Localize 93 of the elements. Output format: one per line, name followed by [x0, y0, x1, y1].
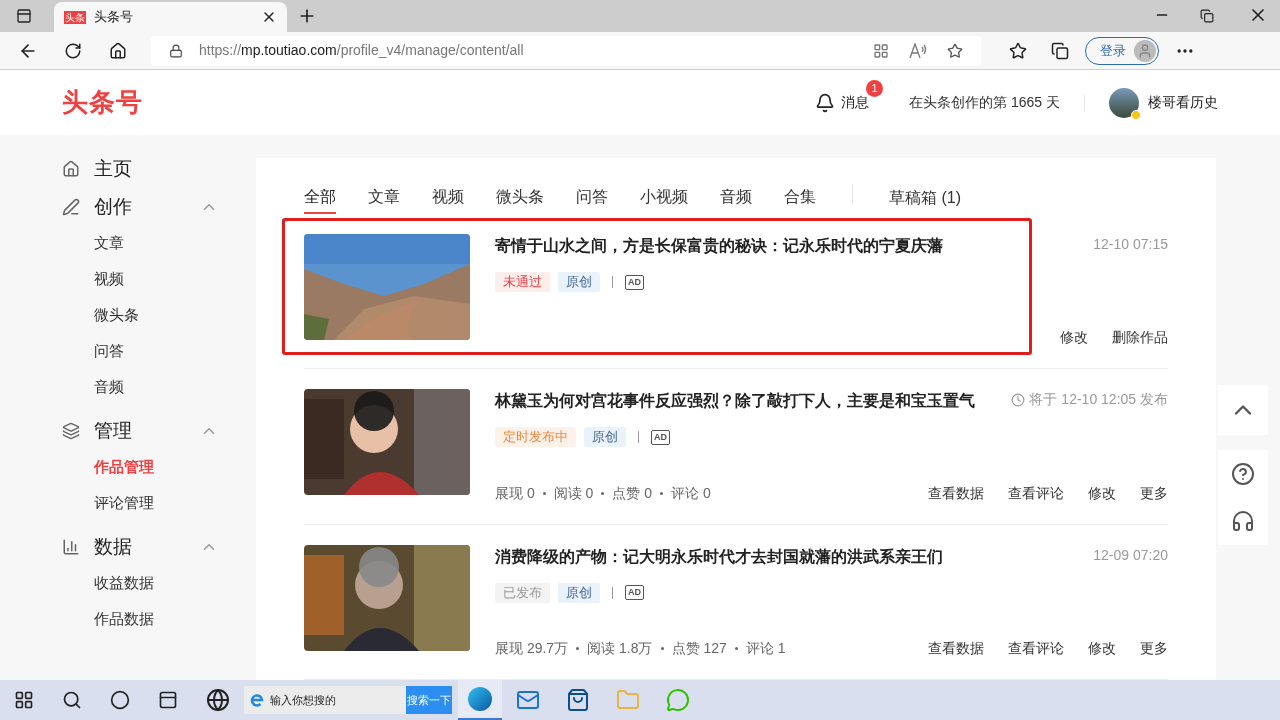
- browser-tab[interactable]: 头条 头条号: [54, 2, 287, 32]
- content-tab[interactable]: 小视频: [640, 182, 688, 214]
- favicon: 头条: [64, 10, 86, 24]
- stat-text: 展现 0: [495, 483, 535, 503]
- tab-actions-icon[interactable]: [16, 8, 32, 24]
- store-icon[interactable]: [566, 688, 590, 712]
- sidebar-item[interactable]: 问答: [94, 333, 256, 369]
- content-tab[interactable]: 全部: [304, 182, 336, 214]
- bell-icon[interactable]: [815, 92, 836, 113]
- sidebar-group[interactable]: 创作: [62, 195, 218, 219]
- publish-time: 12-10 07:15: [1093, 235, 1168, 254]
- sidebar-icon: [62, 160, 80, 178]
- search-icon[interactable]: [62, 690, 82, 710]
- ad-badge: AD: [651, 429, 670, 445]
- message-count-badge: 1: [866, 80, 884, 97]
- sidebar-icon: [62, 538, 80, 556]
- back-to-top-button[interactable]: [1218, 385, 1268, 435]
- cortana-icon[interactable]: [110, 690, 130, 710]
- home-icon[interactable]: [109, 41, 127, 60]
- avatar-icon: [1134, 39, 1156, 62]
- collections-icon[interactable]: [1051, 41, 1069, 60]
- taskbar-search-field[interactable]: 输入你想搜的: [244, 686, 406, 714]
- sidebar-icon: [62, 198, 80, 216]
- sidebar-item[interactable]: 微头条: [94, 297, 256, 333]
- article-title[interactable]: 林黛玉为何对宫花事件反应强烈？除了敲打下人，主要是和宝玉置气: [495, 389, 975, 414]
- browser-logo-icon: [248, 691, 266, 709]
- user-name[interactable]: 楼哥看历史: [1148, 92, 1218, 113]
- start-icon[interactable]: [14, 690, 34, 710]
- user-avatar[interactable]: [1109, 87, 1139, 118]
- action-link[interactable]: 查看数据: [928, 638, 984, 659]
- logo[interactable]: 头条号: [62, 83, 143, 122]
- edge-app-icon[interactable]: [458, 680, 502, 720]
- read-aloud-icon[interactable]: [909, 42, 927, 59]
- sidebar-item[interactable]: 作品数据: [94, 601, 256, 637]
- stat-text: 展现 29.7万: [495, 639, 569, 658]
- content-tab[interactable]: 问答: [576, 182, 608, 214]
- task-view-icon[interactable]: [158, 690, 178, 710]
- content-tab[interactable]: 视频: [432, 182, 464, 214]
- sidebar-group[interactable]: 管理: [62, 419, 218, 443]
- status-tag: 未通过: [495, 272, 550, 292]
- creation-days: 在头条创作的第 1665 天: [909, 92, 1060, 113]
- content-tab[interactable]: 音频: [720, 182, 752, 214]
- sidebar-item[interactable]: 文章: [94, 225, 256, 261]
- action-link[interactable]: 查看数据: [928, 482, 984, 504]
- headset-icon[interactable]: [1231, 509, 1255, 534]
- action-link[interactable]: 删除作品: [1112, 327, 1168, 349]
- status-tag: 定时发布中: [495, 427, 576, 448]
- stat-text: 评论 1: [745, 639, 786, 658]
- article-title[interactable]: 消费降级的产物：记大明永乐时代才去封国就藩的洪武系亲王们: [495, 544, 943, 569]
- sidebar-item[interactable]: 收益数据: [94, 565, 256, 601]
- content-tab[interactable]: 微头条: [496, 182, 544, 214]
- original-tag: 原创: [558, 272, 600, 292]
- action-link[interactable]: 修改: [1088, 638, 1116, 659]
- content-tab[interactable]: 文章: [368, 182, 400, 214]
- favorites-icon[interactable]: [1009, 41, 1027, 60]
- apps-icon[interactable]: [873, 42, 889, 59]
- sidebar-group[interactable]: 主页: [62, 157, 218, 181]
- status-tag: 已发布: [495, 582, 550, 603]
- content-tab[interactable]: 合集: [784, 182, 816, 214]
- address-field[interactable]: https://mp.toutiao.com/profile_v4/manage/content/all: [151, 35, 981, 66]
- add-favorite-icon[interactable]: [947, 42, 963, 59]
- stat-text: 评论 0: [671, 483, 711, 503]
- lock-icon: [169, 43, 183, 58]
- publish-time: 12-09 07:20: [1093, 545, 1168, 565]
- action-link[interactable]: 查看评论: [1008, 638, 1064, 659]
- action-link[interactable]: 修改: [1088, 482, 1116, 504]
- restore-icon[interactable]: [1200, 9, 1214, 23]
- ad-badge: AD: [625, 585, 644, 601]
- action-link[interactable]: 更多: [1140, 638, 1168, 659]
- sidebar-item[interactable]: 作品管理: [94, 449, 256, 485]
- original-tag: 原创: [584, 427, 626, 448]
- sidebar-item[interactable]: 音频: [94, 369, 256, 405]
- sidebar-icon: [62, 422, 80, 440]
- action-link[interactable]: 更多: [1140, 482, 1168, 504]
- stat-text: 阅读 0: [553, 483, 594, 503]
- sidebar-item[interactable]: 视频: [94, 261, 256, 297]
- stat-text: 点赞 127: [671, 639, 727, 658]
- stat-text: 点赞 0: [612, 483, 653, 503]
- reload-icon[interactable]: [64, 41, 82, 60]
- ad-badge: AD: [625, 274, 644, 290]
- action-link[interactable]: 修改: [1060, 327, 1088, 349]
- sidebar-group[interactable]: 数据: [62, 535, 218, 559]
- publish-time: 将于 12-10 12:05 发布: [1029, 390, 1168, 410]
- tab-title: 头条号: [94, 8, 134, 27]
- stat-text: 阅读 1.8万: [587, 639, 653, 658]
- mail-icon[interactable]: [516, 688, 540, 712]
- drafts-tab[interactable]: 草稿箱 (1): [889, 182, 961, 214]
- original-tag: 原创: [558, 582, 600, 603]
- action-link[interactable]: 查看评论: [1008, 482, 1064, 504]
- sidebar-item[interactable]: 评论管理: [94, 485, 256, 521]
- verified-badge-icon: [1131, 109, 1141, 120]
- article-title[interactable]: 寄情于山水之间，方是长保富贵的秘诀：记永乐时代的宁夏庆藩: [495, 234, 943, 258]
- help-icon[interactable]: [1231, 461, 1255, 486]
